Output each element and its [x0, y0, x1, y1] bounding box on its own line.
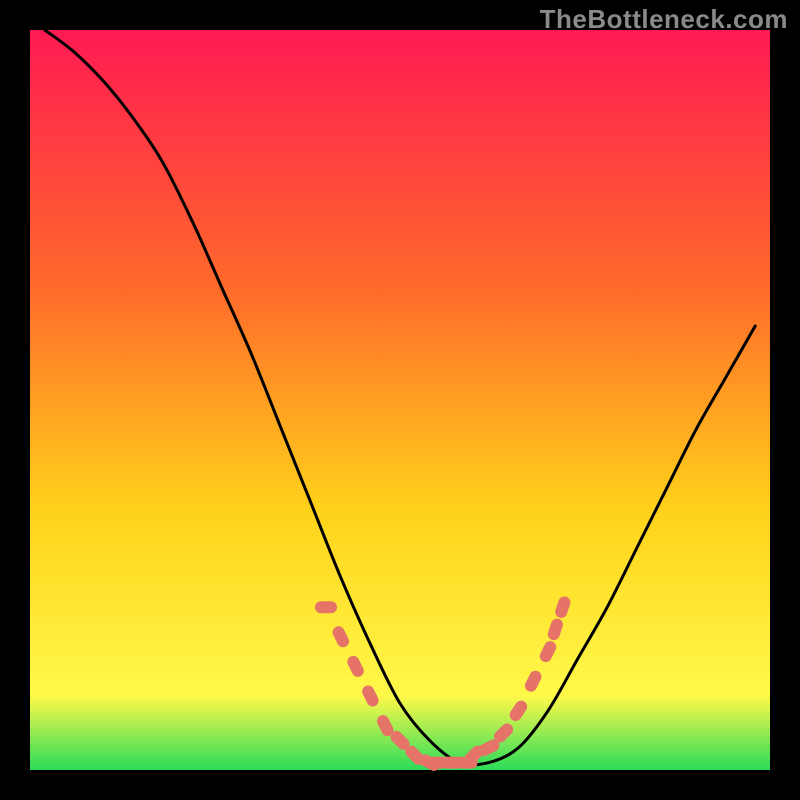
chart-frame: { "watermark": "TheBottleneck.com", "col…: [0, 0, 800, 800]
gradient-plot-area: [30, 30, 770, 770]
chart-svg: [0, 0, 800, 800]
watermark-text: TheBottleneck.com: [540, 4, 788, 35]
highlight-marker: [315, 601, 337, 613]
